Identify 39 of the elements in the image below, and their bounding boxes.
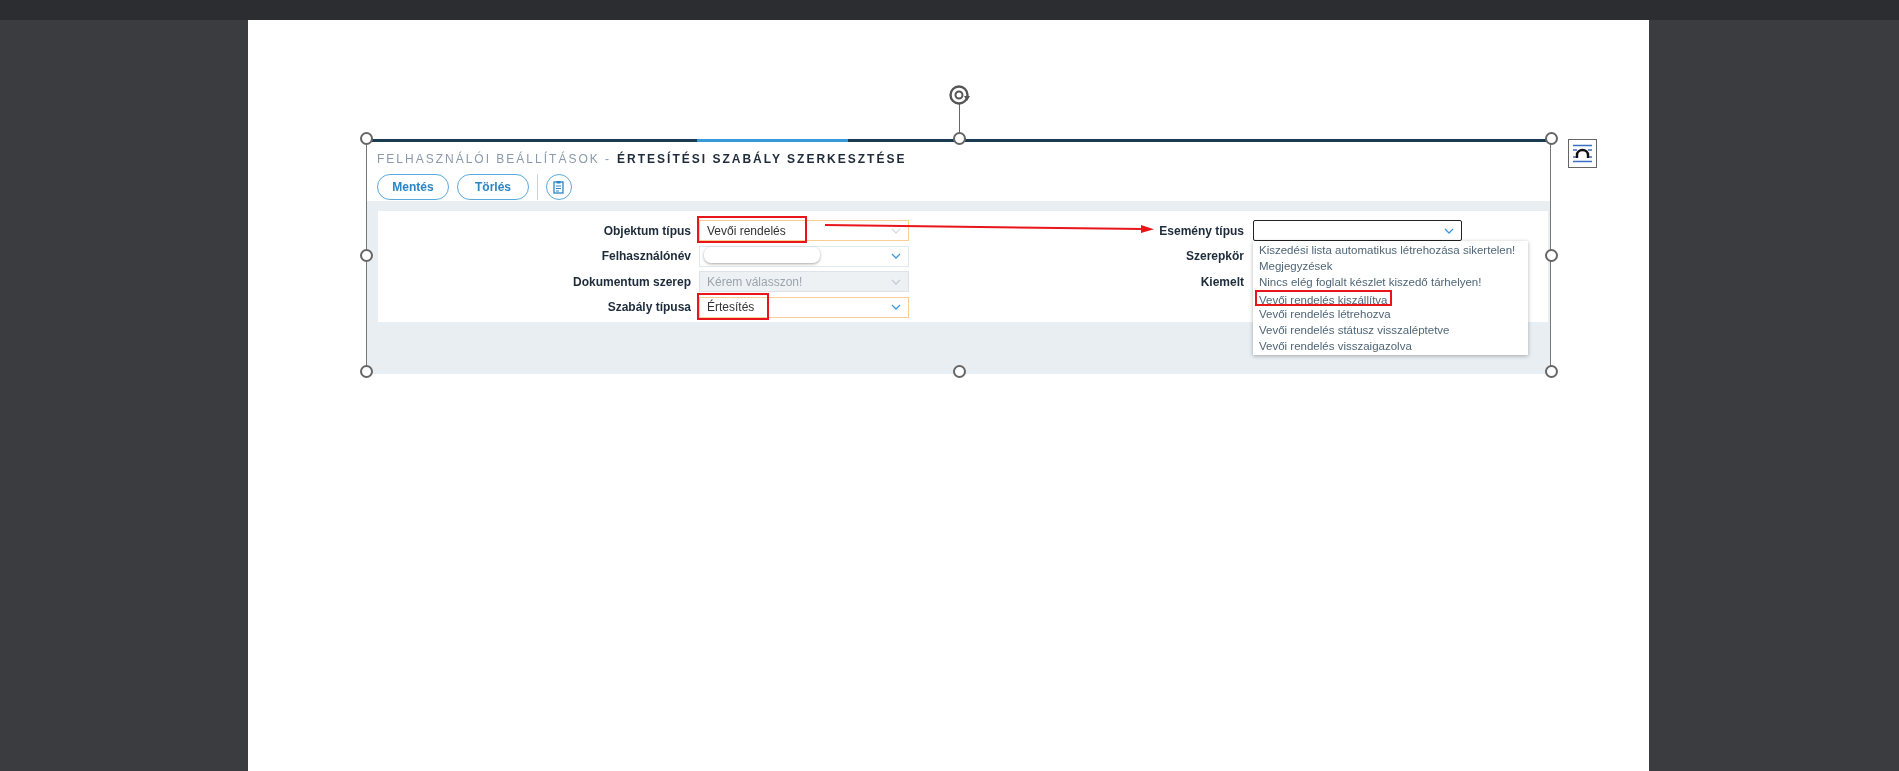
field-label: Felhasználónév <box>600 248 692 266</box>
field-label: Esemény típus <box>1159 222 1244 240</box>
chevron-down-icon <box>891 304 901 311</box>
dropdown-option[interactable]: Megjegyzések <box>1259 258 1528 275</box>
clipboard-button[interactable] <box>546 174 572 200</box>
chevron-down-icon <box>1444 227 1454 234</box>
dropdown-option[interactable]: Vevői rendelés visszaigazolva <box>1259 338 1528 355</box>
dropdown-option[interactable]: Vevői rendelés kiszállítva <box>1255 290 1393 307</box>
dropdown-option[interactable]: Nincs elég foglalt készlet kiszedő tárhelyen! <box>1259 274 1528 291</box>
resize-handle[interactable] <box>1545 365 1558 378</box>
breadcrumb: FELHASZNÁLÓI BEÁLLÍTÁSOK - <box>377 150 612 168</box>
field-value: Vevői rendelés <box>707 222 786 240</box>
field-placeholder: Kérem válasszon! <box>707 273 803 291</box>
dropdown-option[interactable]: Vevői rendelés státusz visszaléptetve <box>1259 322 1528 339</box>
field-value: Értesítés <box>707 298 755 317</box>
action-button[interactable]: Törlés <box>457 174 529 200</box>
dropdown-option[interactable]: Vevői rendelés létrehozva <box>1259 306 1528 323</box>
chevron-down-icon <box>891 278 901 285</box>
page-title: ÉRTESÍTÉSI SZABÁLY SZERKESZTÉSE <box>617 150 907 168</box>
field-label: Szerepkör <box>1185 248 1244 266</box>
field-label: Objektum típus <box>602 222 692 240</box>
rotate-handle-icon[interactable] <box>948 84 972 106</box>
dropdown-option[interactable]: Kiszedési lista automatikus létrehozása sikertelen! <box>1259 242 1528 259</box>
action-button[interactable]: Mentés <box>377 174 449 200</box>
select-field[interactable] <box>1253 220 1462 242</box>
chevron-down-icon <box>891 227 901 234</box>
clipboard-icon <box>552 180 566 194</box>
resize-handle[interactable] <box>360 132 373 145</box>
text-wrap-icon <box>1572 144 1593 163</box>
chevron-down-icon <box>891 253 901 260</box>
resize-handle[interactable] <box>1545 132 1558 145</box>
layout-options-button[interactable] <box>1568 139 1597 168</box>
select-field[interactable]: Értesítés <box>699 296 909 318</box>
select-field[interactable]: Vevői rendelés <box>699 220 909 242</box>
field-label: Kiemelt <box>1200 273 1244 291</box>
resize-handle[interactable] <box>952 132 966 145</box>
resize-handle[interactable] <box>360 365 373 378</box>
field-label: Dokumentum szerep <box>571 273 692 291</box>
field-label: Szabály típusa <box>606 299 692 317</box>
